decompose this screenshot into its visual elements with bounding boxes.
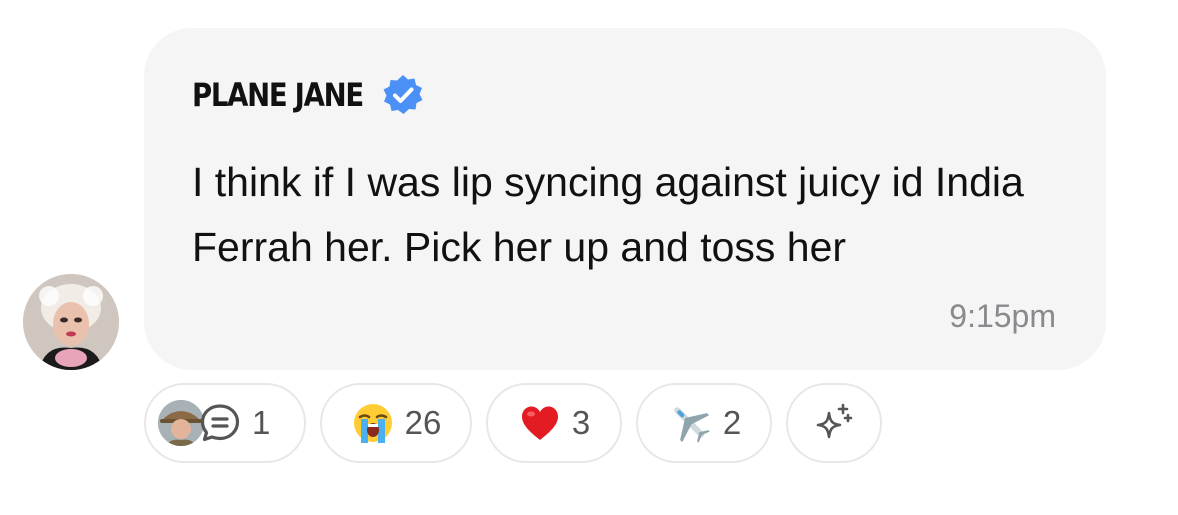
add-reaction-button[interactable] (786, 383, 882, 463)
verified-badge-icon (383, 75, 423, 114)
sparkles-icon (816, 403, 853, 439)
message-text: I think if I was lip syncing against jui… (192, 159, 1024, 270)
red-heart-icon (518, 401, 562, 445)
message-timestamp: 9:15pm (949, 298, 1056, 334)
reaction-heart-count: 3 (571, 404, 591, 441)
message-bubble[interactable]: PLANE JANE I think if I was lip syncing … (144, 28, 1106, 370)
reaction-airplane-count: 2 (722, 404, 742, 441)
airplane-icon (667, 400, 713, 446)
reaction-crying-count: 26 (404, 404, 442, 441)
reaction-crying[interactable]: 26 (320, 383, 472, 463)
loudly-crying-face-icon (351, 401, 395, 445)
thread-replies-button[interactable]: 1 (144, 383, 306, 463)
sender-name: PLANE JANE (192, 76, 364, 114)
reaction-heart[interactable]: 3 (486, 383, 622, 463)
chat-bubble-icon (200, 404, 240, 442)
reaction-airplane[interactable]: 2 (636, 383, 772, 463)
reactions-bar: 1 26 3 2 (144, 383, 882, 463)
sender-avatar[interactable] (23, 274, 119, 370)
sender-header: PLANE JANE (192, 73, 425, 117)
thread-reply-count: 1 (252, 404, 271, 441)
